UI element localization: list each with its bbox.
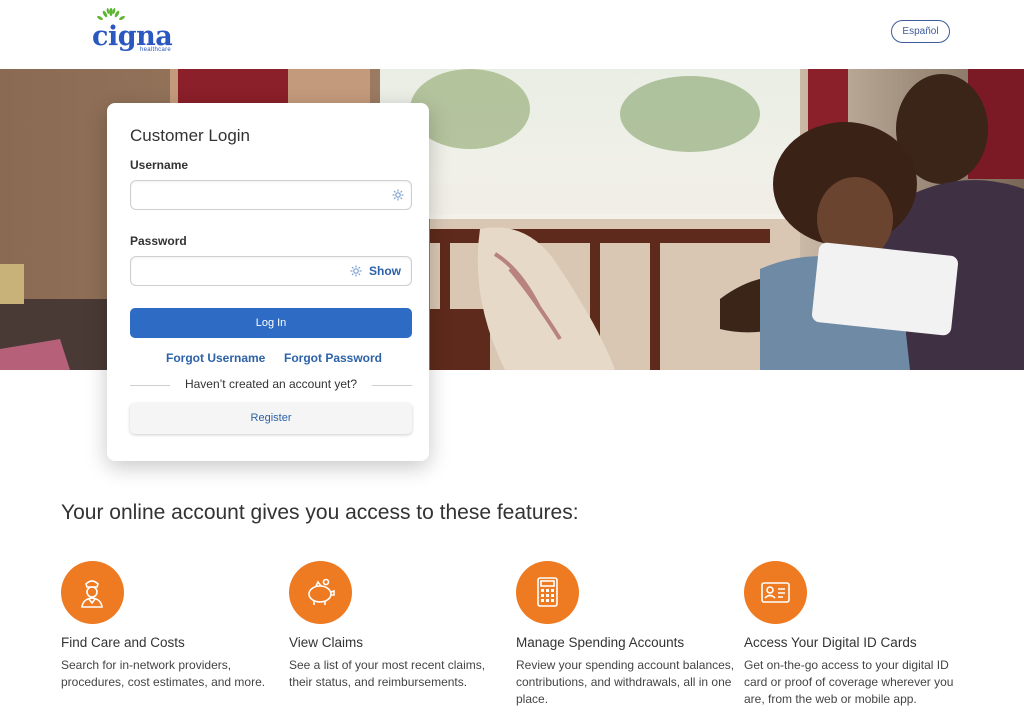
password-manager-icon[interactable] [350, 265, 362, 277]
piggy-bank-icon [308, 578, 335, 605]
feature-icon-circle [61, 561, 124, 624]
register-button[interactable]: Register [130, 403, 412, 434]
feature-icon-circle [744, 561, 807, 624]
feature-title: Find Care and Costs [61, 635, 185, 650]
feature-icon-circle [516, 561, 579, 624]
forgot-username-link[interactable]: Forgot Username [166, 351, 265, 365]
feature-description: See a list of your most recent claims, t… [289, 658, 486, 689]
show-password-toggle[interactable]: Show [369, 264, 401, 278]
forgot-password-link[interactable]: Forgot Password [284, 351, 382, 365]
password-input[interactable] [131, 257, 351, 285]
password-label: Password [130, 234, 187, 248]
login-title: Customer Login [130, 126, 251, 145]
id-card-icon [761, 582, 790, 603]
password-manager-icon[interactable] [392, 189, 404, 201]
username-field-wrapper [130, 180, 412, 210]
no-account-divider: Haven’t created an account yet? [130, 377, 412, 391]
feature-title: Manage Spending Accounts [516, 635, 685, 650]
divider-line-right [372, 385, 412, 386]
username-input[interactable] [131, 181, 351, 209]
features-heading: Your online account gives you access to … [61, 501, 579, 524]
feature-icon-circle [289, 561, 352, 624]
login-button[interactable]: Log In [130, 308, 412, 338]
feature-description: Get on-the-go access to your digital ID … [744, 658, 954, 706]
feature-title: Access Your Digital ID Cards [744, 635, 917, 650]
logo-subtext: healthcare [140, 47, 172, 53]
password-field-wrapper: Show [130, 256, 412, 286]
feature-description: Review your spending account balances, c… [516, 658, 735, 706]
feature-description: Search for in-network providers, procedu… [61, 658, 266, 689]
cigna-logo[interactable]: cigna healthcare [92, 8, 173, 56]
feature-title: View Claims [289, 635, 364, 650]
site-header: cigna healthcare Español [0, 0, 1024, 69]
language-toggle-button[interactable]: Español [891, 20, 950, 43]
doctor-icon [81, 580, 103, 608]
username-label: Username [130, 158, 189, 172]
calculator-icon [537, 577, 558, 607]
no-account-text: Haven’t created an account yet? [184, 377, 358, 391]
login-card: Customer Login Username Password Show Lo… [107, 103, 429, 461]
